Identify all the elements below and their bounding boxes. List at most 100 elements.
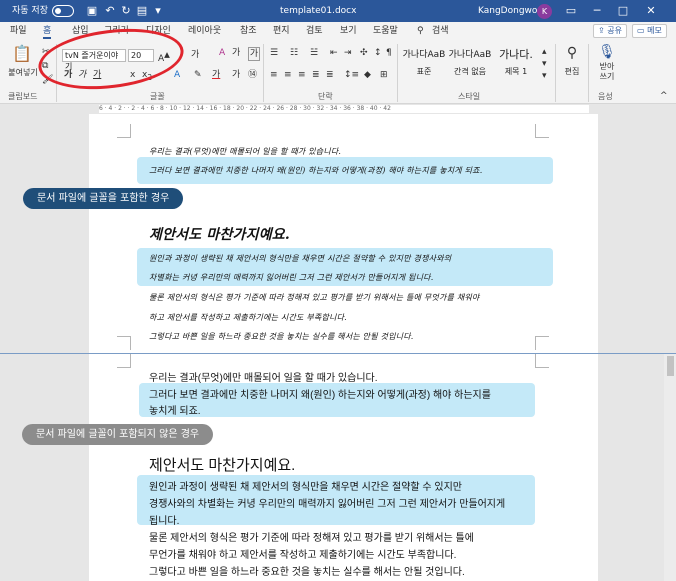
style-scroll-down-icon[interactable]: ▾ — [542, 58, 547, 70]
share-label: 공유 — [607, 26, 622, 35]
style-normal[interactable]: 가나다AaB 표준 — [402, 44, 446, 82]
page-embedded-font[interactable]: 우리는 결과(무엇)에만 매몰되어 일을 할 때가 있습니다. 그러다 보면 결… — [89, 114, 598, 353]
borders-icon[interactable]: ⊞ — [380, 69, 388, 81]
tab-review[interactable]: 검토 — [306, 22, 323, 40]
search-icon[interactable]: ⚲ — [417, 22, 424, 40]
share-button[interactable]: ⇪ 공유 — [593, 24, 627, 38]
clear-format-icon[interactable]: A — [219, 47, 225, 59]
ribbon-display-icon[interactable]: ▭ — [560, 0, 582, 22]
style-scroll-up-icon[interactable]: ▴ — [542, 46, 547, 58]
style-sample: 가나다. — [499, 48, 533, 61]
collapse-ribbon-icon[interactable]: ^ — [660, 90, 668, 102]
comments-button[interactable]: ▭ 메모 — [632, 24, 667, 38]
increase-indent-icon[interactable]: ⇥ — [344, 47, 352, 59]
close-icon[interactable]: ✕ — [640, 0, 662, 22]
tab-file[interactable]: 파일 — [10, 22, 27, 40]
text-effects-icon[interactable]: A — [174, 69, 180, 81]
document-area-bottom: 우리는 결과(무엇)에만 매몰되어 일을 할 때가 있습니다. 그러다 보면 결… — [0, 354, 664, 581]
font-group-label: 글꼴 — [150, 92, 165, 101]
embedded-font-label: 문서 파일에 글꼴을 포함한 경우 — [23, 188, 184, 209]
avatar[interactable]: K — [537, 4, 552, 19]
voice-group-label: 음성 — [598, 92, 613, 101]
group-separator — [263, 44, 264, 102]
style-name: 제목 1 — [504, 67, 528, 76]
phonetic-guide-icon[interactable]: 가 — [232, 47, 240, 59]
tab-layout[interactable]: 레이아웃 — [188, 22, 221, 40]
autosave-label: 자동 저장 — [12, 6, 48, 16]
edit-label[interactable]: 편집 — [562, 66, 582, 78]
doc-line: 우리는 결과(무엇)에만 매몰되어 일을 할 때가 있습니다. — [149, 147, 342, 156]
tab-home[interactable]: 홈 — [43, 22, 52, 40]
doc-line: 됩니다. — [149, 516, 180, 527]
print-preview-icon[interactable]: ▤ — [136, 5, 148, 17]
bullets-icon[interactable]: ☰ — [270, 47, 278, 59]
paste-label[interactable]: 붙여넣기 — [4, 67, 42, 79]
redo-icon[interactable]: ↻ — [120, 5, 132, 17]
enclosed-char-icon[interactable]: ⑭ — [248, 69, 257, 81]
minimize-icon[interactable]: ─ — [586, 0, 608, 22]
char-shading-icon[interactable]: 가 — [232, 69, 240, 81]
sort-icon[interactable]: ↕ — [374, 47, 382, 59]
tab-view[interactable]: 보기 — [340, 22, 357, 40]
margin-mark — [117, 124, 131, 138]
decrease-indent-icon[interactable]: ⇤ — [330, 47, 338, 59]
scroll-thumb[interactable] — [667, 356, 674, 376]
doc-line: 차별화는 커녕 우리만의 매력까지 잃어버린 그저 그런 제안서가 만들어지게 … — [149, 273, 434, 282]
doc-line: 원인과 과정이 생략된 채 제안서의 형식만을 채우면 시간은 절약할 수 있지… — [149, 482, 462, 493]
user-name[interactable]: KangDongwoo — [478, 0, 543, 22]
style-more-icon[interactable]: ▾ — [542, 70, 547, 82]
microphone-icon[interactable]: 🎙 — [598, 44, 616, 60]
tab-help[interactable]: 도움말 — [373, 22, 398, 40]
align-center-icon[interactable]: ≡ — [284, 69, 292, 81]
autosave-toggle[interactable] — [52, 5, 74, 17]
change-case-icon[interactable]: 가 — [191, 49, 199, 61]
doc-line: 원인과 과정이 생략된 채 제안서의 형식만을 채우면 시간은 절약할 수 있지… — [149, 254, 452, 263]
justify-icon[interactable]: ≣ — [312, 69, 320, 81]
doc-line: 놓치게 되죠. — [149, 406, 201, 417]
style-heading-1[interactable]: 가나다. 제목 1 — [494, 44, 538, 82]
distributed-icon[interactable]: ≣ — [326, 69, 334, 81]
ruler-scale: 6 · 4 · 2 · · 2 · 4 · 6 · 8 · 10 · 12 · … — [99, 105, 589, 113]
style-group-label: 스타일 — [458, 92, 481, 101]
tab-mailings[interactable]: 편지 — [273, 22, 290, 40]
find-icon[interactable]: ⚲ — [563, 45, 581, 61]
doc-line: 우리는 결과(무엇)에만 매몰되어 일을 할 때가 있습니다. — [149, 373, 378, 384]
highlight-icon[interactable]: ✎ — [194, 69, 202, 81]
font-color-icon[interactable]: 가 — [212, 69, 220, 81]
doc-heading: 제안서도 마찬가지예요. — [149, 227, 290, 243]
paragraph-group-label: 단락 — [318, 92, 333, 101]
page-no-embedded-font[interactable]: 우리는 결과(무엇)에만 매몰되어 일을 할 때가 있습니다. 그러다 보면 결… — [89, 354, 598, 581]
undo-icon[interactable]: ↶ — [104, 5, 116, 17]
align-right-icon[interactable]: ≡ — [298, 69, 306, 81]
show-marks-icon[interactable]: ¶ — [386, 47, 392, 59]
paste-icon[interactable]: 📋 — [12, 44, 32, 64]
maximize-icon[interactable]: □ — [612, 0, 634, 22]
style-no-spacing[interactable]: 가나다AaB 간격 없음 — [447, 44, 493, 82]
save-icon[interactable]: ▣ — [86, 5, 98, 17]
style-name: 표준 — [416, 67, 432, 76]
style-sample: 가나다AaB — [448, 50, 492, 60]
ruler[interactable]: 6 · 4 · 2 · · 2 · 4 · 6 · 8 · 10 · 12 · … — [0, 104, 676, 114]
multilevel-list-icon[interactable]: ☱ — [310, 47, 318, 59]
align-left-icon[interactable]: ≡ — [270, 69, 278, 81]
numbering-icon[interactable]: ☷ — [290, 47, 298, 59]
doc-line: 하고 제안서를 작성하고 제출하기에는 시간도 부족합니다. — [149, 313, 347, 322]
asian-layout-icon[interactable]: ✣ — [360, 47, 368, 59]
vertical-scrollbar[interactable] — [664, 354, 676, 581]
group-separator — [397, 44, 398, 102]
doc-line: 그렇다고 바쁜 일을 하느라 중요한 것을 놓치는 실수를 해서는 안될 것입니… — [149, 332, 414, 341]
style-sample: 가나다AaB — [402, 50, 446, 60]
toggle-knob — [55, 8, 61, 14]
tab-references[interactable]: 참조 — [240, 22, 257, 40]
shading-icon[interactable]: ◆ — [364, 69, 371, 81]
title-bar: 자동 저장 ▣ ↶ ↻ ▤ ▾ template01.docx KangDong… — [0, 0, 676, 22]
margin-mark — [535, 336, 549, 350]
customize-toolbar-icon[interactable]: ▾ — [152, 5, 164, 17]
margin-mark — [535, 354, 549, 368]
style-name: 간격 없음 — [454, 67, 486, 76]
dictate-label[interactable]: 받아 쓰기 — [594, 62, 620, 82]
doc-heading: 제안서도 마찬가지예요. — [149, 457, 296, 474]
line-spacing-icon[interactable]: ↕≡ — [344, 69, 359, 81]
enclose-char-icon[interactable]: 가 — [248, 47, 260, 61]
tab-search[interactable]: 검색 — [432, 22, 449, 40]
